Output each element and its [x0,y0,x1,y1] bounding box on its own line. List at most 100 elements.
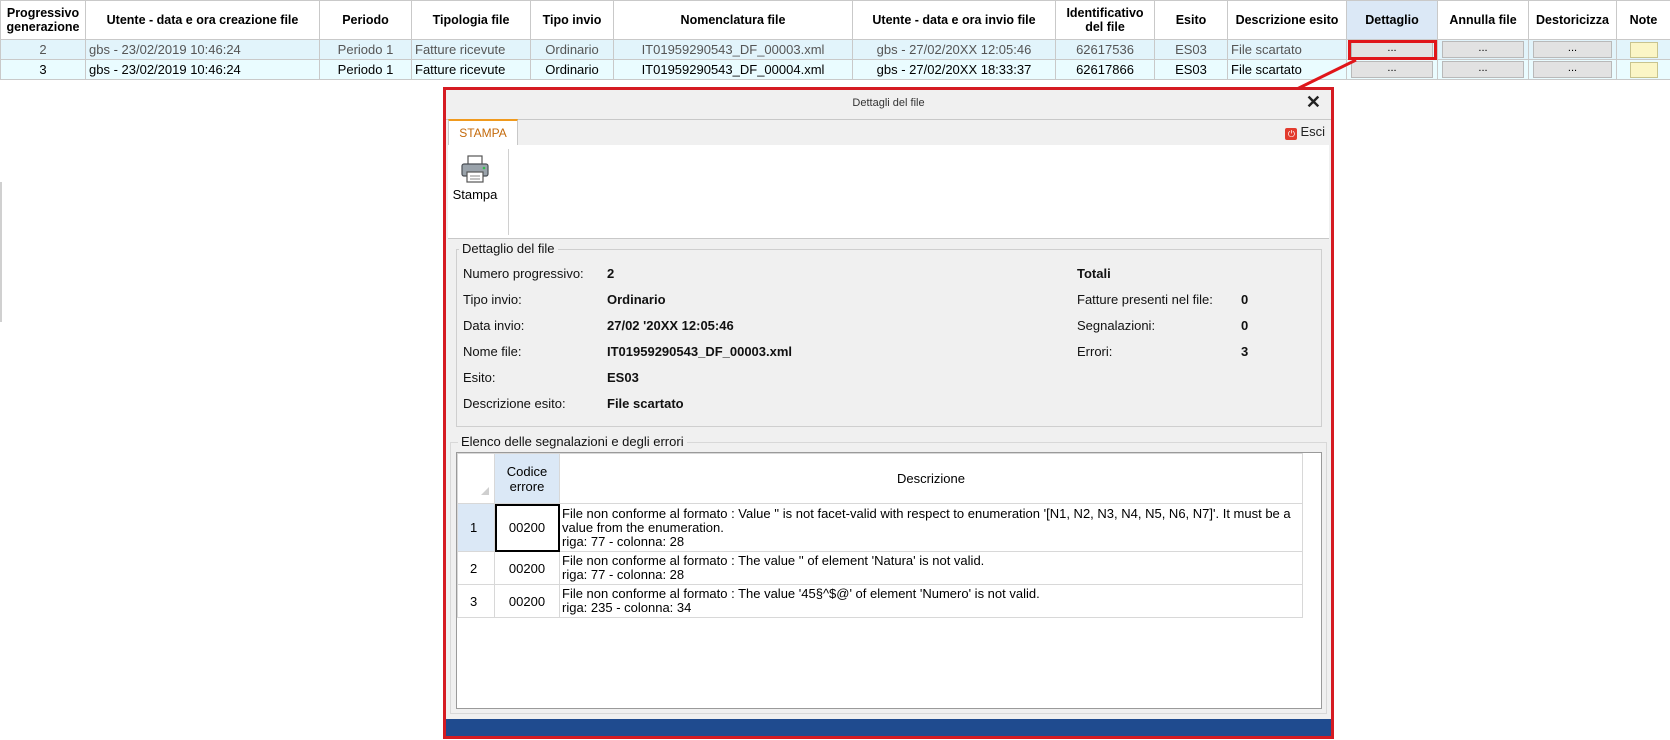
table-row[interactable]: 3 00200 File non conforme al formato : T… [457,584,1303,618]
cell-descrizione-esito: File scartato [1227,59,1347,80]
cell-destoricizza: ... [1528,59,1617,80]
row-number-header[interactable] [457,453,495,504]
grid-header-row: Progressivo generazione Utente - data e … [0,0,1670,40]
cell-periodo: Periodo 1 [319,59,412,80]
field-value-numero-progressivo: 2 [607,266,615,281]
cell-codice[interactable]: 00200 [494,503,560,552]
table-row[interactable]: 2 00200 File non conforme al formato : T… [457,551,1303,585]
dettaglio-button[interactable]: ... [1351,61,1433,78]
errori-grid: Codice errore Descrizione 1 00200 File n… [456,452,1322,709]
field-label: Nome file: [463,344,522,359]
errori-table: Codice errore Descrizione 1 00200 File n… [457,453,1303,618]
descrizione-text: File non conforme al formato : The value… [562,553,985,568]
header-esito[interactable]: Esito [1154,0,1228,40]
header-annulla-file[interactable]: Annulla file [1437,0,1529,40]
field-value-nome-file: IT01959290543_DF_00003.xml [607,344,793,359]
totali-value-fatture: 0 [1241,292,1249,307]
posizione-text: riga: 77 - colonna: 28 [562,533,685,549]
cell-codice[interactable]: 00200 [494,584,560,618]
left-edge-marker [0,182,2,322]
cell-dettaglio: ... [1346,59,1438,80]
cell-tipologia: Fatture ricevute [411,59,531,80]
row-number: 2 [457,551,495,585]
field-label: Esito: [463,370,496,385]
field-value-data-invio: 27/02 '20XX 12:05:46 [607,318,734,333]
cell-identificativo: 62617536 [1055,39,1155,60]
header-periodo[interactable]: Periodo [319,0,412,40]
row-number: 3 [457,584,495,618]
dettaglio-title: Dettaglio del file [459,241,558,256]
totali-label: Fatture presenti nel file: [1077,292,1213,307]
errori-header-row: Codice errore Descrizione [457,453,1303,504]
posizione-text: riga: 235 - colonna: 34 [562,600,692,615]
header-utente-invio[interactable]: Utente - data e ora invio file [852,0,1056,40]
esci-button[interactable]: ⏻ Esci [1285,124,1325,140]
cell-nomenclatura: IT01959290543_DF_00004.xml [613,59,853,80]
table-row[interactable]: 1 00200 File non conforme al formato : V… [457,503,1303,552]
destoricizza-button[interactable]: ... [1533,61,1612,78]
tab-stampa[interactable]: STAMPA [448,119,518,145]
totali-value-segnalazioni: 0 [1241,318,1249,333]
descrizione-text: File non conforme al formato : The value… [562,586,1040,601]
esci-label: Esci [1300,124,1325,139]
annulla-file-button[interactable]: ... [1442,41,1524,58]
ribbon: Stampa [448,145,1329,239]
stampa-button[interactable]: Stampa [450,151,500,221]
annulla-file-button[interactable]: ... [1442,61,1524,78]
field-value-tipo-invio: Ordinario [607,292,666,307]
printer-icon [461,155,489,183]
cell-tipo-invio: Ordinario [530,59,614,80]
field-label: Data invio: [463,318,525,333]
header-descrizione[interactable]: Descrizione [559,453,1303,504]
cell-descrizione: File non conforme al formato : The value… [559,551,1303,585]
cell-tipologia: Fatture ricevute [411,39,531,60]
totali-value-errori: 3 [1241,344,1249,359]
header-utente-creazione[interactable]: Utente - data e ora creazione file [85,0,320,40]
header-destoricizza[interactable]: Destoricizza [1528,0,1617,40]
destoricizza-button[interactable]: ... [1533,41,1612,58]
header-nomenclatura[interactable]: Nomenclatura file [613,0,853,40]
cell-periodo: Periodo 1 [319,39,412,60]
header-descrizione-esito[interactable]: Descrizione esito [1227,0,1347,40]
cell-esito: ES03 [1154,39,1228,60]
cell-utente-creazione: gbs - 23/02/2019 10:46:24 [85,59,320,80]
header-tipologia[interactable]: Tipologia file [411,0,531,40]
descrizione-text: File non conforme al formato : Value '' … [562,505,1291,535]
header-progressivo[interactable]: Progressivo generazione [0,0,86,40]
field-label: Numero progressivo: [463,266,584,281]
field-label: Tipo invio: [463,292,522,307]
cell-tipo-invio: Ordinario [530,39,614,60]
dialog-title: Dettagli del file [852,97,925,109]
cell-descrizione: File non conforme al formato : Value '' … [559,503,1303,552]
dettaglio-highlight-box [1348,40,1437,60]
header-codice-errore[interactable]: Codice errore [494,453,560,504]
stampa-label: Stampa [452,187,498,202]
cell-progressivo: 2 [0,39,86,60]
note-icon[interactable] [1629,61,1658,78]
field-label: Descrizione esito: [463,396,566,411]
row-number: 1 [457,503,495,552]
corner-triangle-icon [481,487,489,495]
cell-nomenclatura: IT01959290543_DF_00003.xml [613,39,853,60]
cell-codice[interactable]: 00200 [494,551,560,585]
cell-note [1616,39,1670,60]
header-tipo-invio[interactable]: Tipo invio [530,0,614,40]
field-value-descrizione-esito: File scartato [607,396,684,411]
dettaglio-group: Dettaglio del file Numero progressivo: 2… [456,241,1322,427]
cell-utente-invio: gbs - 27/02/20XX 18:33:37 [852,59,1056,80]
posizione-text: riga: 77 - colonna: 28 [562,567,685,582]
header-dettaglio[interactable]: Dettaglio [1346,0,1438,40]
header-identificativo[interactable]: Identificativo del file [1055,0,1155,40]
file-details-dialog: Dettagli del file ✕ STAMPA ⏻ Esci Stampa … [443,87,1334,739]
note-icon[interactable] [1629,41,1658,58]
cell-progressivo: 3 [0,59,86,80]
cell-descrizione: File non conforme al formato : The value… [559,584,1303,618]
cell-esito: ES03 [1154,59,1228,80]
totali-label: Segnalazioni: [1077,318,1156,333]
table-row[interactable]: 3 gbs - 23/02/2019 10:46:24 Periodo 1 Fa… [0,59,1670,80]
header-note[interactable]: Note [1616,0,1670,40]
close-icon[interactable]: ✕ [1306,93,1321,111]
tab-strip-line [446,119,1331,120]
power-icon: ⏻ [1285,128,1298,140]
cell-utente-invio: gbs - 27/02/20XX 12:05:46 [852,39,1056,60]
